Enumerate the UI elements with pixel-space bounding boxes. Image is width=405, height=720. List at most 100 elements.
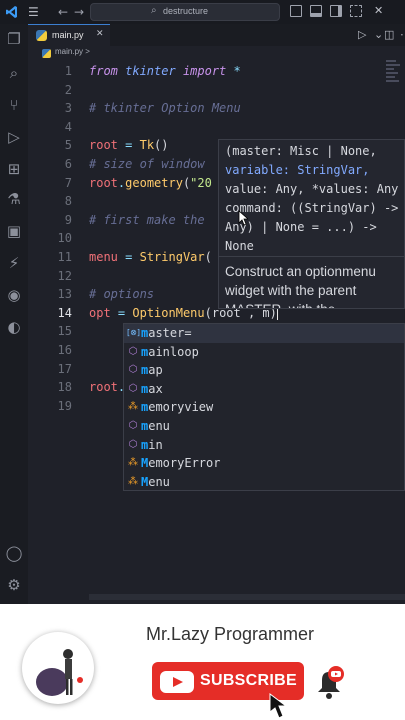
run-icon[interactable]: ▷ (358, 28, 366, 41)
search-icon: ⌕ (151, 5, 157, 16)
suggestion-item[interactable]: ⁂ memoryview (124, 398, 404, 417)
line-number: 17 (57, 361, 72, 376)
suggestion-item[interactable]: ⬡ mainloop (124, 343, 404, 362)
code-line-5: root = Tk() (89, 138, 169, 153)
title-bar: ☰ ← → ⌕ destructure ✕ (0, 0, 405, 24)
code-editor-window: ☰ ← → ⌕ destructure ✕ ❐ ⌕ ⑂ ▷ ⊞ ⚗ ▣ ⚡ ◉ … (0, 0, 405, 604)
channel-name[interactable]: Mr.Lazy Programmer (146, 624, 314, 645)
suggestion-item[interactable]: ⬡ min (124, 436, 404, 455)
more-actions-icon[interactable]: ⋯ (400, 28, 405, 41)
code-line-1: from tkinter import * (89, 64, 241, 78)
class-kind-icon: ⁂ (128, 475, 138, 487)
suggestion-label: menu (141, 419, 170, 433)
notification-bell-icon[interactable] (312, 666, 346, 702)
python-file-icon (36, 30, 47, 41)
line-number: 13 (57, 287, 72, 302)
suggestion-label: Menu (141, 474, 170, 489)
suggestion-label: min (141, 437, 163, 452)
account-icon[interactable]: ◯ (5, 544, 23, 562)
activity-bar: ❐ ⌕ ⑂ ▷ ⊞ ⚗ ▣ ⚡ ◉ ◐ ◯ ⚙ (0, 24, 28, 604)
suggestion-label: map (141, 363, 163, 378)
close-window-icon[interactable]: ✕ (374, 5, 386, 17)
suggestion-label: mainloop (141, 344, 199, 359)
channel-avatar[interactable] (22, 632, 94, 704)
extensions-icon[interactable]: ⊞ (5, 160, 23, 178)
testing-flask-icon[interactable]: ⚗ (5, 190, 23, 208)
run-debug-icon[interactable]: ▷ (5, 128, 23, 146)
vscode-logo-icon (6, 6, 17, 18)
line-number: 18 (57, 380, 72, 395)
suggestion-label: max (141, 381, 163, 396)
youtube-play-icon (160, 671, 194, 693)
suggestion-item[interactable]: [⊗] master= (124, 324, 404, 343)
settings-gear-icon[interactable]: ⚙ (5, 576, 23, 594)
line-number: 16 (57, 343, 72, 357)
back-arrow-icon[interactable]: ← (58, 3, 68, 21)
pointer-hand-icon (269, 693, 288, 719)
search-text: destructure (163, 6, 209, 16)
code-line-13: # options (89, 287, 155, 302)
source-control-icon[interactable]: ⑂ (5, 96, 23, 114)
line-number: 14 (57, 305, 72, 320)
function-kind-icon: ⬡ (128, 382, 138, 394)
line-number: 9 (64, 212, 72, 227)
toggle-secondary-sidebar-icon[interactable] (330, 5, 342, 17)
suggestion-label: MemoryError (141, 456, 221, 471)
line-number: 8 (64, 194, 72, 209)
code-line-3: # tkinter Option Menu (89, 101, 241, 116)
suggestion-item[interactable]: ⬡ map (124, 361, 404, 380)
toggle-panel-icon[interactable] (310, 5, 322, 17)
code-line-9: # first make the (89, 212, 205, 227)
chevron-down-icon[interactable]: ⌄ (374, 28, 383, 41)
toggle-primary-sidebar-icon[interactable] (290, 5, 302, 17)
hamburger-menu-icon[interactable]: ☰ (28, 4, 42, 20)
line-number-gutter: 1 2 3 4 5 6 7 8 9 10 11 12 13 14 15 16 17 18 19 (28, 60, 76, 604)
tab-label: main.py (52, 30, 84, 40)
line-number: 10 (57, 231, 72, 246)
autocomplete-list: [⊗] master= ⬡ mainloop ⬡ map ⬡ max ⁂ memoryview ⬡ m… (123, 323, 405, 491)
doc-text: Construct an optionmenu widget with the … (225, 264, 376, 308)
bookmark-icon[interactable]: ▣ (5, 222, 23, 240)
suggestion-item[interactable]: ⬡ menu (124, 417, 404, 436)
split-editor-icon[interactable]: ◫ (384, 28, 394, 41)
variable-kind-icon: [⊗] (127, 328, 140, 337)
code-line-18: root. (89, 380, 126, 395)
minimap[interactable] (386, 60, 402, 100)
function-kind-icon: ⬡ (128, 438, 138, 450)
remote-icon[interactable]: ◐ (5, 318, 23, 336)
horizontal-scrollbar[interactable] (89, 594, 405, 600)
python-file-icon (42, 49, 51, 58)
close-tab-icon[interactable]: ✕ (96, 29, 104, 39)
lazy-programmer-illustration-icon (36, 649, 83, 696)
command-search-input[interactable]: ⌕ destructure (90, 3, 280, 21)
line-number: 4 (64, 119, 72, 134)
editor-tabs: main.py ✕ ▷ ⌄ ◫ ⋯ (28, 24, 405, 46)
tab-main-py[interactable]: main.py ✕ (28, 24, 110, 46)
breadcrumb: main.py > (28, 46, 405, 60)
suggestion-item[interactable]: ⬡ max (124, 380, 404, 399)
function-kind-icon: ⬡ (128, 420, 138, 431)
search-icon[interactable]: ⌕ (5, 64, 23, 82)
line-number: 19 (57, 398, 72, 413)
line-number: 12 (57, 268, 72, 283)
line-number: 6 (64, 157, 72, 171)
line-number: 5 (64, 138, 72, 153)
code-line-11: menu = StringVar( (89, 250, 212, 264)
signature-text: (master: Misc | None, variable: StringVa… (225, 144, 399, 253)
suggestion-item[interactable]: ⁂ Menu (124, 473, 404, 492)
line-number: 3 (64, 101, 72, 116)
line-number: 11 (57, 250, 72, 264)
forward-arrow-icon[interactable]: → (74, 3, 84, 21)
lightning-icon[interactable]: ⚡ (5, 254, 23, 272)
explorer-icon[interactable]: ❐ (5, 30, 23, 48)
code-line-6: # size of window (89, 157, 205, 171)
github-icon[interactable]: ◉ (5, 286, 23, 304)
subscribe-label: SUBSCRIBE (200, 672, 297, 689)
code-line-7: root.geometry("20 (89, 175, 212, 190)
suggestion-item[interactable]: ⁂ MemoryError (124, 454, 404, 473)
class-kind-icon: ⁂ (128, 401, 138, 413)
mouse-cursor-icon (238, 210, 248, 226)
breadcrumb-file[interactable]: main.py > (55, 47, 90, 56)
customize-layout-icon[interactable] (350, 5, 362, 17)
suggestion-label: memoryview (141, 400, 214, 415)
